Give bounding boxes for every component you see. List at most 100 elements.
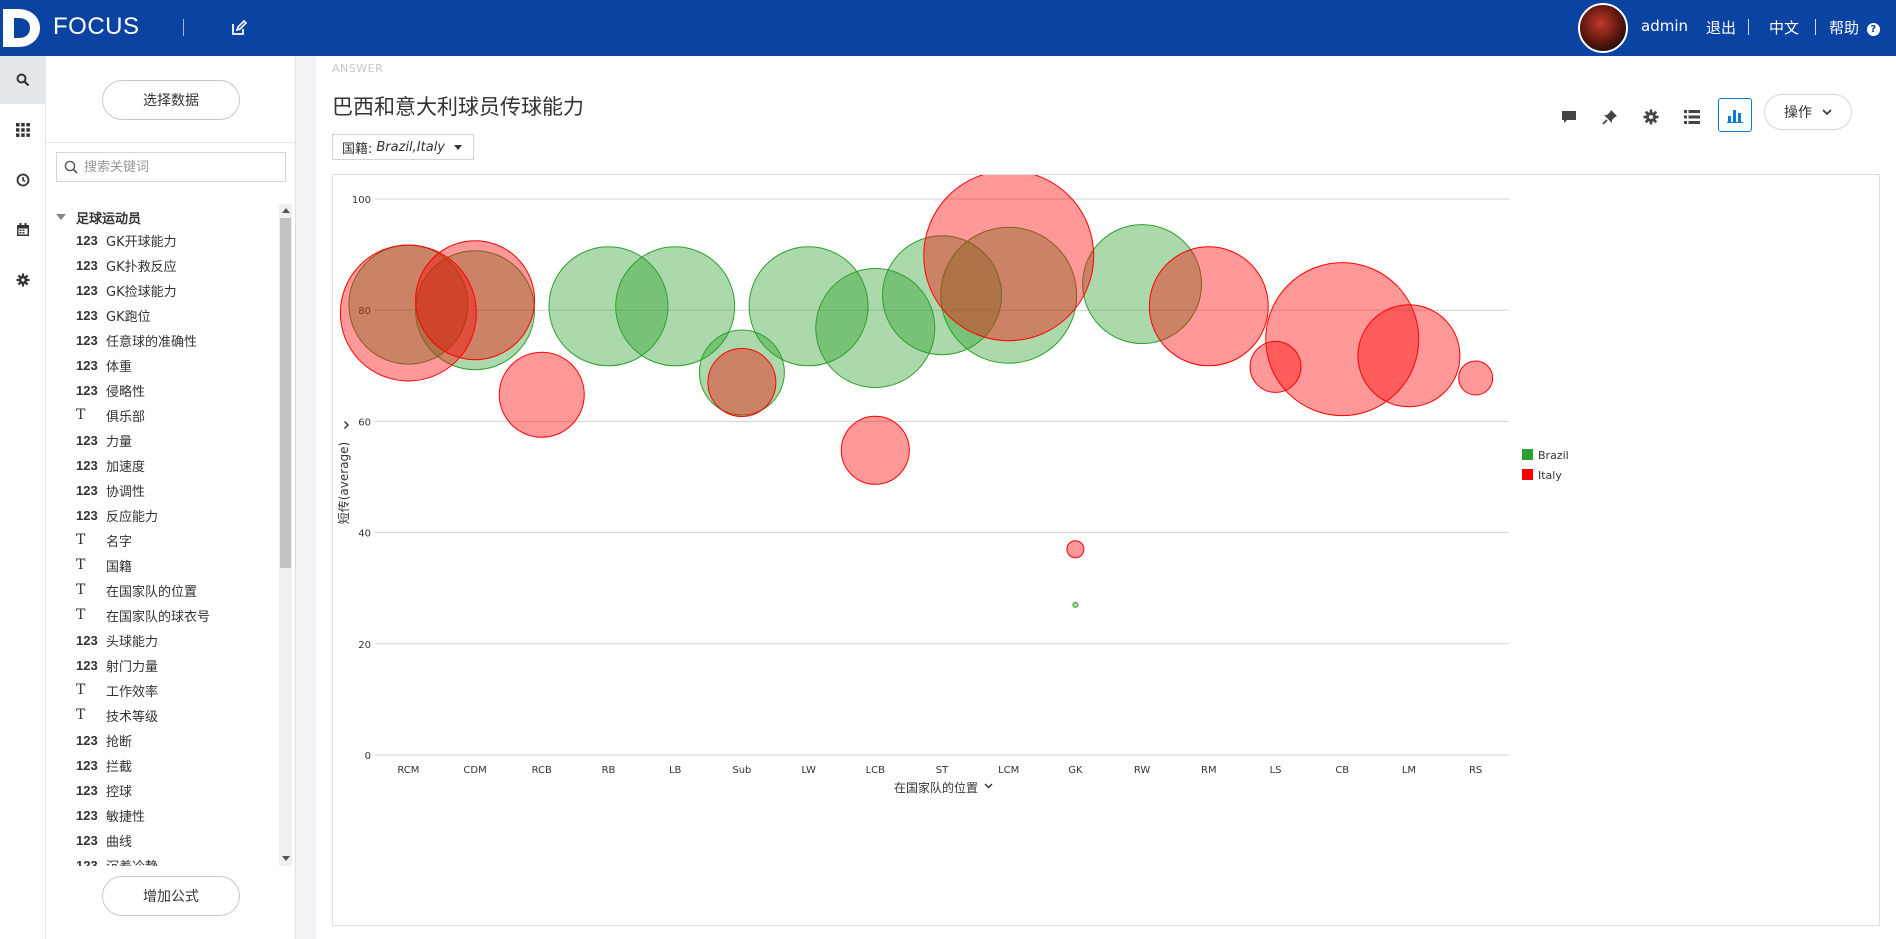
legend-label[interactable]: Brazil — [1538, 449, 1569, 462]
field-item[interactable]: 123 敏捷性 — [76, 804, 145, 826]
nav-apps[interactable] — [0, 106, 46, 154]
tree-folder-football-players[interactable]: 足球运动员 — [56, 208, 142, 227]
edit-icon[interactable] — [229, 18, 249, 38]
field-item[interactable]: T 在国家队的球衣号 — [76, 604, 210, 626]
chevron-down-icon[interactable] — [984, 783, 993, 789]
field-name: 名字 — [106, 534, 133, 550]
answer-panel: ANSWER 巴西和意大利球员传球能力 操作 国籍: Brazil,Italy … — [316, 56, 1896, 939]
field-item[interactable]: 123 头球能力 — [76, 629, 158, 651]
field-item[interactable]: 123 控球 — [76, 779, 132, 801]
field-item[interactable]: T 技术等级 — [76, 704, 158, 726]
field-item[interactable]: 123 GK扑救反应 — [76, 254, 177, 276]
bubble-italy[interactable] — [1357, 304, 1461, 408]
nationality-filter[interactable]: 国籍: Brazil,Italy — [332, 134, 474, 160]
field-item[interactable]: 123 侵略性 — [76, 379, 145, 401]
number-type-icon: 123 — [76, 782, 98, 798]
nav-history[interactable] — [0, 156, 46, 204]
bubble-italy[interactable] — [415, 240, 536, 361]
chart-view-button[interactable] — [1718, 98, 1752, 132]
chevron-right-icon[interactable] — [344, 421, 349, 429]
bubble-brazil[interactable] — [1072, 601, 1079, 608]
field-item[interactable]: 123 力量 — [76, 429, 132, 451]
bubble-italy[interactable] — [1458, 360, 1494, 396]
field-item[interactable]: 123 体重 — [76, 354, 132, 376]
scroll-down-icon[interactable] — [282, 856, 290, 861]
search-field[interactable] — [56, 152, 286, 182]
field-item[interactable]: T 国籍 — [76, 554, 132, 576]
field-item[interactable]: 123 沉着冷静 — [76, 854, 158, 867]
field-item[interactable]: 123 加速度 — [76, 454, 145, 476]
help-link[interactable]: 帮助 ? — [1829, 17, 1880, 38]
collapse-triangle-icon[interactable] — [56, 214, 66, 220]
focus-logo-icon[interactable] — [0, 7, 44, 49]
bubble-italy[interactable] — [923, 175, 1095, 342]
bubble-italy[interactable] — [498, 351, 585, 438]
search-input[interactable] — [84, 157, 279, 177]
bubble-italy[interactable] — [707, 347, 777, 417]
field-name: 工作效率 — [106, 684, 159, 700]
field-item[interactable]: T 在国家队的位置 — [76, 579, 197, 601]
field-item[interactable]: T 俱乐部 — [76, 404, 145, 426]
table-view-button[interactable] — [1677, 102, 1707, 132]
field-name: 体重 — [106, 359, 133, 375]
scroll-thumb[interactable] — [280, 218, 291, 568]
scroll-up-icon[interactable] — [282, 208, 290, 213]
filter-value: Brazil,Italy — [376, 139, 446, 155]
divider — [1748, 19, 1749, 35]
chart-settings-button[interactable] — [1636, 102, 1666, 132]
filter-label: 国籍: — [342, 141, 373, 157]
legend-label[interactable]: Italy — [1538, 469, 1562, 482]
bubble-italy[interactable] — [1148, 246, 1269, 367]
x-axis-title[interactable]: 在国家队的位置 — [894, 780, 978, 795]
field-name: 俱乐部 — [106, 409, 146, 425]
nav-search[interactable] — [0, 56, 46, 104]
field-item[interactable]: 123 射门力量 — [76, 654, 158, 676]
nav-settings[interactable] — [0, 256, 46, 304]
pin-button[interactable] — [1595, 102, 1625, 132]
field-name: 在国家队的球衣号 — [106, 609, 211, 625]
field-item[interactable]: 123 曲线 — [76, 829, 132, 851]
number-type-icon: 123 — [76, 332, 98, 348]
y-tick-label: 0 — [365, 751, 371, 762]
field-item[interactable]: 123 GK捡球能力 — [76, 279, 177, 301]
nav-calendar[interactable] — [0, 206, 46, 254]
text-type-icon: T — [76, 557, 86, 573]
select-data-button[interactable]: 选择数据 — [102, 80, 240, 120]
field-item[interactable]: 123 抢断 — [76, 729, 132, 751]
comment-button[interactable] — [1554, 102, 1584, 132]
search-icon — [64, 160, 78, 174]
bubble-italy[interactable] — [1066, 540, 1085, 559]
language-switch[interactable]: 中文 — [1769, 17, 1799, 38]
sidebar-scrollbar[interactable] — [279, 204, 292, 866]
divider — [46, 142, 296, 143]
number-type-icon: 123 — [76, 282, 98, 298]
x-tick-label: LS — [1270, 765, 1282, 776]
field-item[interactable]: 123 GK开球能力 — [76, 229, 177, 251]
operations-button[interactable]: 操作 — [1764, 94, 1852, 130]
page-title: 巴西和意大利球员传球能力 — [332, 95, 584, 119]
field-item[interactable]: T 名字 — [76, 529, 132, 551]
tree-folder-label: 足球运动员 — [76, 211, 142, 227]
x-tick-label: ST — [936, 765, 949, 776]
user-name[interactable]: admin — [1641, 17, 1688, 35]
field-name: 侵略性 — [106, 384, 146, 400]
avatar[interactable] — [1578, 3, 1628, 53]
field-item[interactable]: 123 协调性 — [76, 479, 145, 501]
field-name: 射门力量 — [106, 659, 159, 675]
y-axis-title[interactable]: 短传(average) — [336, 442, 351, 525]
field-item[interactable]: 123 任意球的准确性 — [76, 329, 197, 351]
help-label: 帮助 — [1829, 19, 1860, 37]
text-type-icon: T — [76, 707, 86, 723]
logout-link[interactable]: 退出 — [1706, 17, 1736, 38]
data-sidebar: 选择数据 足球运动员 123GK开球能力123GK扑救反应123GK捡球能力12… — [46, 56, 296, 939]
add-formula-button[interactable]: 增加公式 — [102, 876, 240, 916]
field-item[interactable]: 123 拦截 — [76, 754, 132, 776]
field-item[interactable]: 123 反应能力 — [76, 504, 158, 526]
settings-icon — [16, 273, 30, 287]
number-type-icon: 123 — [76, 832, 98, 848]
field-item[interactable]: 123 GK跑位 — [76, 304, 151, 326]
bubble-italy[interactable] — [840, 415, 910, 485]
x-tick-label: Sub — [732, 765, 751, 776]
x-tick-label: GK — [1068, 765, 1083, 776]
field-item[interactable]: T 工作效率 — [76, 679, 158, 701]
